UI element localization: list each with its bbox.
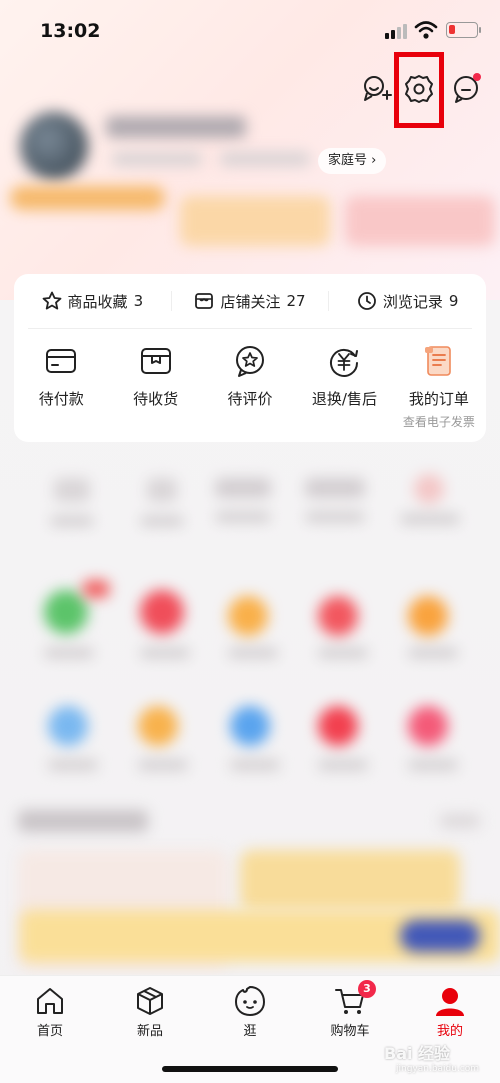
grid-item-blurred[interactable] — [140, 478, 184, 526]
order-shortcuts: 待付款 待收货 待评价 退换/售后 我的订单 查看电子发票 — [14, 344, 486, 430]
refund-icon — [330, 348, 359, 377]
message-badge — [473, 73, 481, 81]
grid-item-blurred[interactable] — [228, 596, 278, 658]
my-orders[interactable]: 我的订单 查看电子发票 — [392, 344, 486, 430]
review-icon — [236, 346, 265, 377]
star-icon — [42, 291, 61, 310]
signal-icon — [385, 24, 407, 39]
grid-item-blurred[interactable] — [138, 706, 188, 770]
grid-item-blurred[interactable] — [230, 706, 280, 770]
grid-item-blurred[interactable] — [50, 478, 94, 526]
battery-icon — [446, 22, 481, 38]
stat-count: 27 — [286, 292, 306, 310]
username-blurred — [106, 116, 246, 138]
watermark-url: jingyan.baidu.com — [396, 1064, 480, 1074]
avatar[interactable] — [20, 112, 88, 180]
tab-browse[interactable]: 逛 — [210, 984, 290, 1039]
stats-row: 商品收藏 3 店铺关注 27 浏览记录 9 — [14, 274, 486, 328]
box-icon — [140, 348, 171, 374]
family-account-link[interactable]: 家庭号 › — [318, 148, 387, 174]
grid-item-blurred[interactable] — [215, 478, 271, 522]
clock-icon — [357, 292, 376, 310]
grid-item-blurred[interactable] — [408, 706, 458, 770]
grid-item-blurred[interactable] — [318, 706, 368, 770]
grid-item-blurred[interactable] — [140, 590, 190, 658]
e-invoice-link[interactable]: 查看电子发票 — [403, 413, 475, 430]
stat-label: 浏览记录 — [382, 292, 443, 311]
orders-card: 商品收藏 3 店铺关注 27 浏览记录 9 待付款 待收货 待评价 退换/售后 … — [14, 274, 486, 442]
membership-banner-blurred[interactable] — [10, 186, 165, 210]
tab-label: 新品 — [136, 1024, 163, 1039]
status-bar: 13:02 — [0, 0, 500, 60]
order-list-icon — [424, 346, 451, 376]
tab-home[interactable]: 首页 — [10, 984, 90, 1039]
section-more-blurred[interactable] — [440, 814, 480, 828]
order-label: 待评价 — [227, 390, 273, 408]
stat-label: 商品收藏 — [67, 292, 128, 311]
grid-item-blurred[interactable] — [48, 706, 98, 770]
wifi-icon — [414, 21, 438, 39]
promo-button-blurred[interactable] — [400, 920, 480, 952]
add-friend-icon[interactable] — [359, 72, 393, 106]
grid-item-blurred[interactable] — [400, 474, 460, 524]
order-pending-receipt[interactable]: 待收货 — [108, 344, 202, 430]
stat-count: 9 — [448, 292, 459, 310]
tab-label: 逛 — [243, 1024, 257, 1039]
face-icon — [235, 986, 265, 1016]
order-pending-payment[interactable]: 待付款 — [14, 344, 108, 430]
stat-followed-stores[interactable]: 店铺关注 27 — [172, 291, 329, 312]
watermark: Bai 经验 — [384, 1044, 451, 1063]
stat-browsing-history[interactable]: 浏览记录 9 — [329, 291, 486, 312]
promo-card-blurred[interactable] — [240, 850, 460, 910]
stat-favorites[interactable]: 商品收藏 3 — [14, 291, 171, 312]
tab-label: 购物车 — [330, 1024, 370, 1039]
stat-label: 店铺关注 — [220, 292, 281, 311]
grid-badge-blurred — [82, 580, 110, 598]
tab-profile[interactable]: 我的 — [410, 984, 490, 1039]
cube-icon — [137, 987, 163, 1015]
tab-label: 我的 — [436, 1024, 463, 1039]
profile-icon — [436, 988, 464, 1016]
home-indicator — [162, 1066, 338, 1072]
store-icon — [195, 293, 214, 309]
tab-cart[interactable]: 3 购物车 — [310, 980, 390, 1039]
cart-badge: 3 — [358, 980, 376, 998]
user-info-blurred — [220, 152, 310, 166]
grid-item-blurred[interactable] — [408, 596, 458, 658]
wallet-icon — [46, 349, 77, 373]
grid-item-blurred[interactable] — [44, 590, 94, 658]
stat-count: 3 — [133, 292, 144, 310]
settings-highlight-box — [394, 52, 444, 128]
tab-new[interactable]: 新品 — [110, 984, 190, 1039]
grid-item-blurred[interactable] — [318, 596, 368, 658]
grid-item-blurred[interactable] — [305, 478, 365, 522]
promo-card-blurred[interactable] — [180, 196, 330, 246]
home-icon — [37, 988, 63, 1014]
order-label: 待付款 — [38, 390, 84, 408]
tab-label: 首页 — [36, 1024, 63, 1039]
status-time: 13:02 — [40, 20, 101, 42]
order-pending-review[interactable]: 待评价 — [203, 344, 297, 430]
order-label: 待收货 — [133, 390, 179, 408]
order-label: 退换/售后 — [311, 390, 377, 408]
order-refund-aftersales[interactable]: 退换/售后 — [297, 344, 391, 430]
section-title-blurred — [18, 810, 148, 832]
promo-card-blurred[interactable] — [345, 196, 495, 246]
divider — [28, 328, 472, 329]
user-info-blurred — [112, 152, 202, 166]
order-label: 我的订单 — [408, 390, 469, 408]
